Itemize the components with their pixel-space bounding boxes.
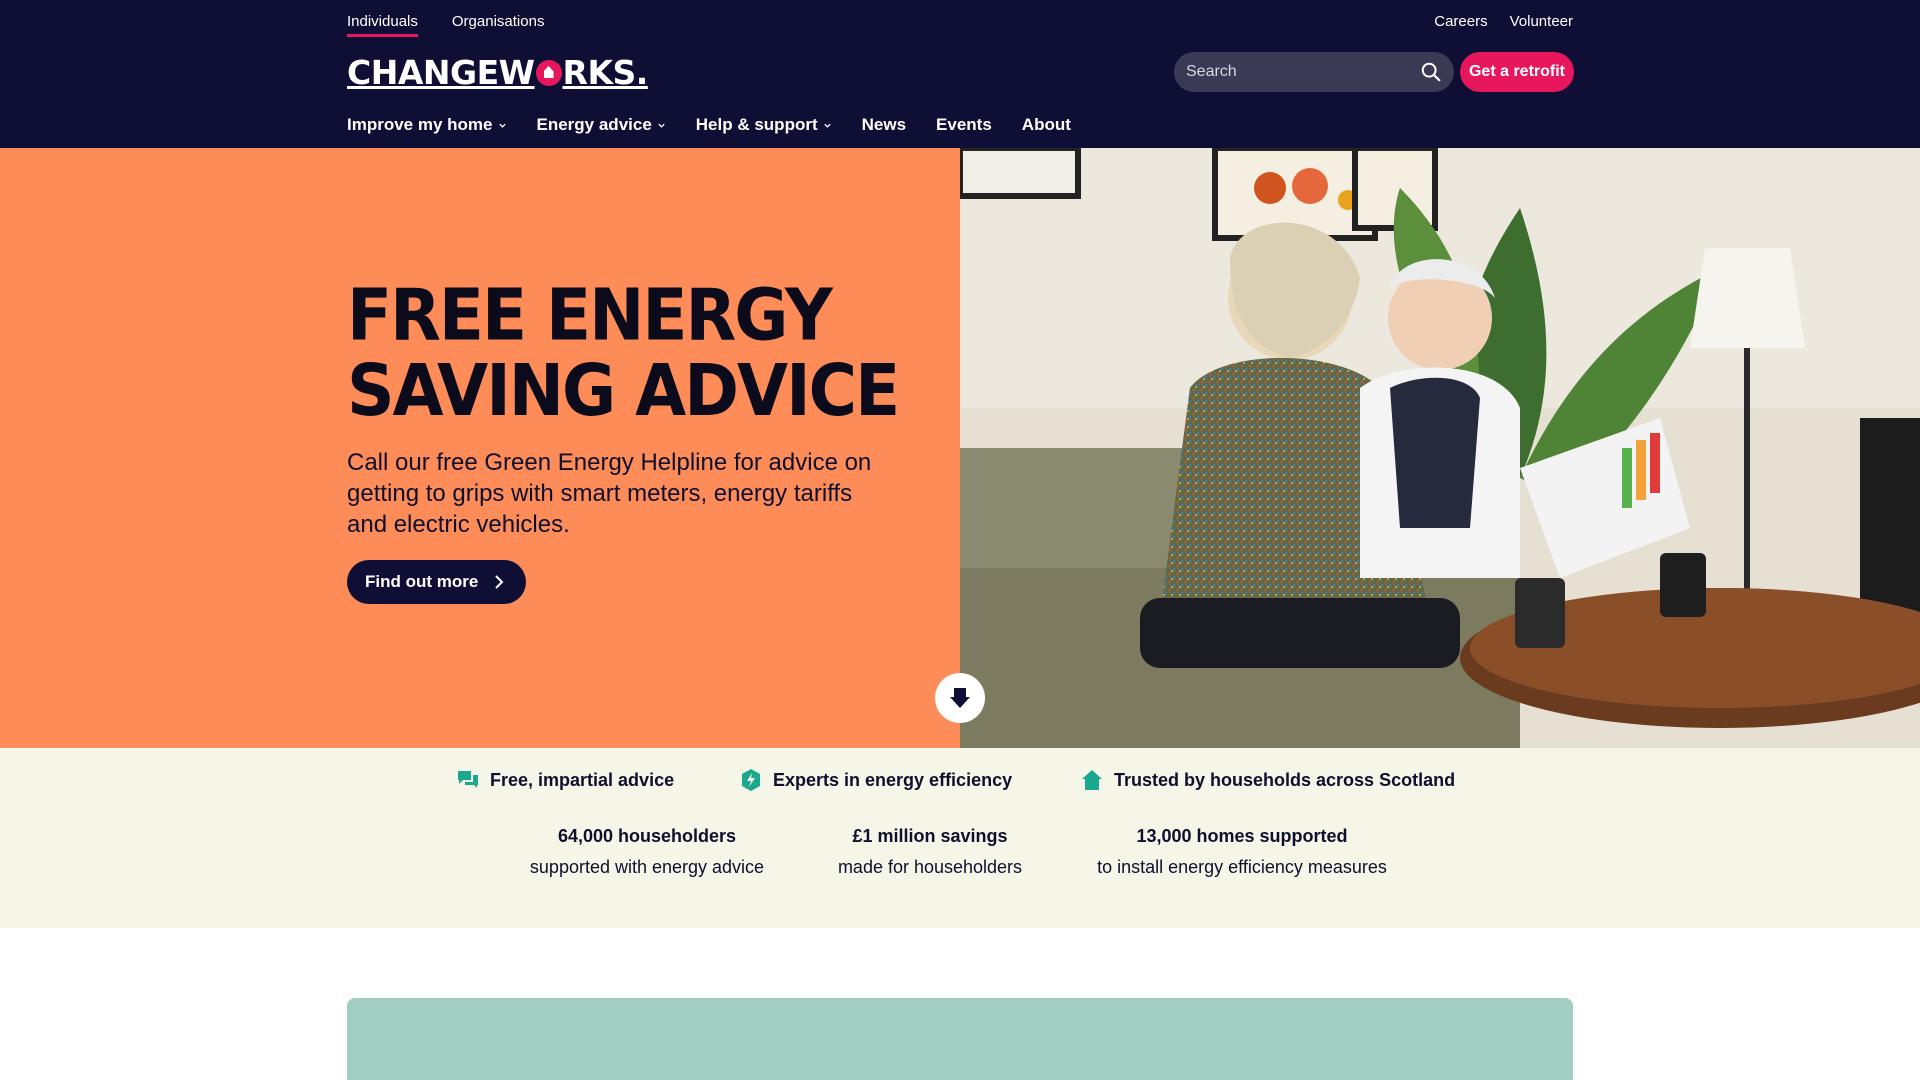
nav-label: News	[861, 115, 907, 134]
main-navigation: Improve my home Energy advice Help & sup…	[347, 115, 1071, 135]
nav-energy-advice[interactable]: Energy advice	[537, 115, 666, 135]
feature-label: Trusted by households across Scotland	[1114, 769, 1456, 790]
stat-caption: made for householders	[837, 857, 1023, 877]
stat-savings: £1 million savings made for householders	[820, 826, 1040, 878]
chat-icon	[458, 771, 478, 788]
couple-on-sofa-image	[960, 148, 1920, 748]
lightning-icon	[742, 769, 760, 791]
nav-help-support[interactable]: Help & support	[696, 115, 832, 135]
nav-label: Improve my home	[347, 115, 493, 134]
arrow-down-icon	[950, 688, 970, 708]
careers-link[interactable]: Careers	[1434, 13, 1487, 34]
hero-title-line-2: SAVING ADVICE	[347, 349, 900, 433]
feature-trusted: Trusted by households across Scotland	[1080, 768, 1455, 792]
feature-label: Free, impartial advice	[490, 769, 675, 790]
logo-text-left: CHANGEW	[347, 52, 535, 92]
scroll-down-button[interactable]	[935, 673, 985, 723]
chevron-down-icon	[498, 123, 506, 128]
promo-card	[347, 998, 1573, 1080]
nav-improve-my-home[interactable]: Improve my home	[347, 115, 507, 135]
individuals-link[interactable]: Individuals	[347, 13, 418, 37]
get-retrofit-button[interactable]: Get a retrofit	[1460, 52, 1574, 92]
search-input[interactable]	[1186, 63, 1420, 81]
hero-title: FREE ENERGY SAVING ADVICE	[347, 277, 900, 433]
feature-label: Experts in energy efficiency	[773, 769, 1013, 790]
nav-events[interactable]: Events	[936, 115, 992, 135]
chevron-right-icon	[495, 575, 504, 589]
nav-label: Energy advice	[536, 115, 652, 134]
hero-title-line-1: FREE ENERGY	[347, 273, 833, 357]
chevron-down-icon	[658, 123, 665, 128]
nav-about[interactable]: About	[1022, 115, 1071, 135]
utility-links: Careers Volunteer	[1434, 13, 1573, 34]
stat-householders: 64,000 householders supported with energ…	[519, 826, 775, 878]
changeworks-logo[interactable]: CHANGEW RKS.	[347, 52, 648, 92]
audience-switcher: Individuals Organisations	[347, 13, 544, 37]
search-icon[interactable]	[1420, 61, 1442, 83]
volunteer-link[interactable]: Volunteer	[1510, 13, 1573, 34]
organisations-link[interactable]: Organisations	[452, 13, 545, 37]
cta-label: Find out more	[365, 572, 479, 591]
nav-label: Events	[936, 115, 992, 134]
hero-description: Call our free Green Energy Helpline for …	[347, 449, 872, 538]
nav-news[interactable]: News	[862, 115, 906, 135]
house-icon	[1082, 770, 1102, 790]
search-box	[1174, 52, 1454, 92]
stat-caption: to install energy efficiency measures	[1097, 857, 1387, 877]
stat-value: 13,000 homes supported	[1136, 826, 1348, 846]
nav-label: About	[1021, 115, 1071, 134]
stat-value: £1 million savings	[852, 826, 1008, 846]
hero-photo	[960, 148, 1920, 748]
logo-house-icon	[535, 60, 562, 86]
stat-caption: supported with energy advice	[529, 857, 765, 877]
find-out-more-button[interactable]: Find out more	[347, 560, 527, 604]
logo-text-right: RKS.	[562, 52, 649, 92]
stat-value: 64,000 householders	[557, 826, 737, 846]
chevron-down-icon	[823, 123, 831, 128]
site-header: Individuals Organisations Careers Volunt…	[0, 0, 1920, 148]
stat-homes-supported: 13,000 homes supported to install energy…	[1082, 826, 1402, 878]
feature-energy-experts: Experts in energy efficiency	[739, 768, 1012, 792]
feature-impartial-advice: Free, impartial advice	[456, 768, 674, 792]
nav-label: Help & support	[695, 115, 818, 134]
